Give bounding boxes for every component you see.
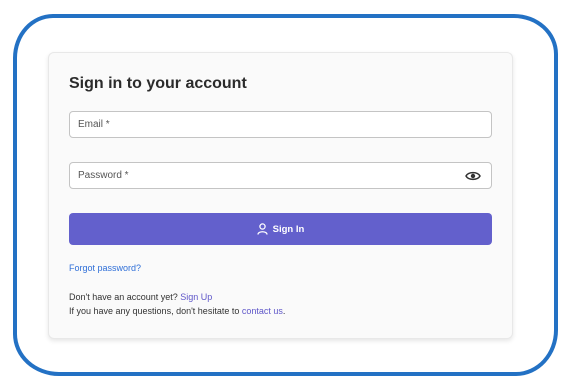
contact-suffix: . bbox=[282, 306, 286, 316]
signup-prompt-text: Don't have an account yet? bbox=[69, 292, 181, 302]
sign-in-label: Sign In bbox=[272, 223, 305, 235]
page-title: Sign in to your account bbox=[69, 75, 247, 92]
signup-prompt: Don't have an account yet? Sign Up bbox=[69, 292, 212, 302]
contact-us-link[interactable]: contact us bbox=[242, 306, 283, 316]
email-field-container bbox=[69, 111, 492, 138]
password-field[interactable] bbox=[70, 163, 491, 188]
password-field-container bbox=[69, 162, 492, 189]
sign-up-link[interactable]: Sign Up bbox=[180, 292, 212, 302]
user-icon bbox=[257, 223, 268, 235]
login-card: Sign in to your account Sign In Forgot p… bbox=[48, 52, 513, 339]
forgot-password-link[interactable]: Forgot password? bbox=[69, 263, 141, 273]
sign-in-button[interactable]: Sign In bbox=[69, 213, 492, 245]
contact-prompt: If you have any questions, don't hesitat… bbox=[69, 306, 285, 316]
eye-icon[interactable] bbox=[465, 169, 481, 183]
contact-prompt-text: If you have any questions, don't hesitat… bbox=[69, 306, 242, 316]
email-field[interactable] bbox=[70, 112, 491, 137]
